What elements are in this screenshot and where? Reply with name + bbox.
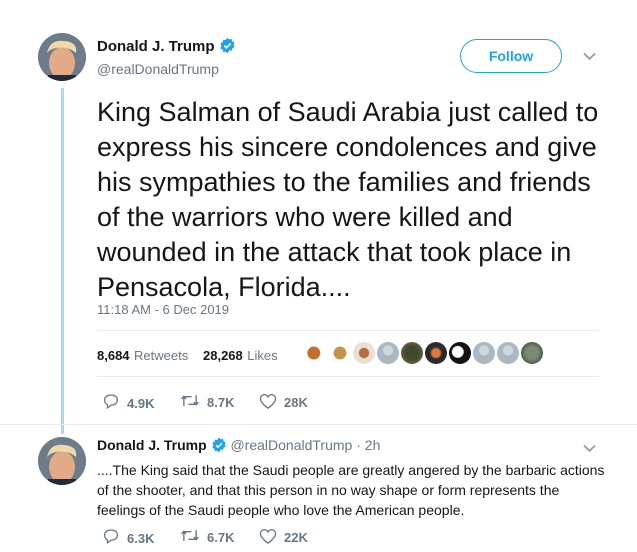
- verified-badge-icon: [219, 37, 236, 58]
- liker-avatar[interactable]: [497, 342, 519, 364]
- like-action[interactable]: 28K: [259, 393, 308, 412]
- reply-icon: [102, 528, 120, 548]
- liker-avatar[interactable]: [449, 342, 471, 364]
- retweet-stat[interactable]: 8,684 Retweets: [97, 347, 188, 365]
- verified-badge-icon: [211, 437, 227, 456]
- reply-action[interactable]: 4.9K: [102, 393, 154, 413]
- like-action[interactable]: 22K: [259, 528, 308, 547]
- likes-label: Likes: [247, 348, 278, 363]
- heart-icon: [259, 528, 277, 547]
- heart-icon: [259, 393, 277, 412]
- reply-separator: ·: [356, 437, 361, 453]
- reply-text: ....The King said that the Saudi people …: [97, 462, 605, 518]
- liker-avatar[interactable]: [521, 342, 543, 364]
- author-name[interactable]: Donald J. Trump: [97, 37, 236, 58]
- retweets-count: 8,684: [97, 348, 130, 363]
- like-stat[interactable]: 28,268 Likes: [203, 347, 278, 365]
- reply-time[interactable]: 2h: [365, 437, 381, 453]
- chevron-down-icon[interactable]: [583, 440, 596, 456]
- retweet-action[interactable]: 8.7K: [180, 393, 234, 411]
- reply-header: Donald J. Trump @realDonaldTrump · 2h: [97, 437, 380, 456]
- divider: [97, 376, 599, 377]
- tweet-text: King Salman of Saudi Arabia just called …: [97, 97, 599, 302]
- liker-avatar[interactable]: [353, 342, 375, 364]
- tweet-separator: [0, 424, 637, 425]
- reply-author-name[interactable]: Donald J. Trump: [97, 437, 207, 453]
- author-handle[interactable]: @realDonaldTrump: [97, 61, 219, 77]
- liker-avatars: [305, 342, 543, 364]
- avatar[interactable]: [38, 33, 86, 81]
- thread-connector-line: [61, 88, 64, 434]
- author-name-text[interactable]: Donald J. Trump: [97, 38, 215, 55]
- reply-icon: [102, 393, 120, 413]
- like-count: 28K: [284, 395, 308, 410]
- liker-avatar[interactable]: [401, 342, 423, 364]
- reply-author-handle[interactable]: @realDonaldTrump: [230, 437, 352, 453]
- retweet-icon: [180, 393, 200, 411]
- follow-button[interactable]: Follow: [460, 39, 562, 73]
- tweet-timestamp[interactable]: 11:18 AM - 6 Dec 2019: [97, 302, 229, 317]
- chevron-down-icon[interactable]: [583, 48, 596, 64]
- liker-avatar[interactable]: [329, 342, 351, 364]
- retweet-count: 8.7K: [207, 394, 235, 410]
- divider: [97, 330, 599, 331]
- retweet-action[interactable]: 6.7K: [180, 528, 234, 546]
- like-count: 22K: [284, 530, 308, 545]
- reply-count: 4.9K: [127, 395, 155, 411]
- retweet-icon: [180, 528, 200, 546]
- liker-avatar[interactable]: [425, 342, 447, 364]
- retweets-label: Retweets: [134, 348, 189, 363]
- likes-count: 28,268: [203, 348, 243, 363]
- reply-count: 6.3K: [127, 530, 155, 546]
- reply-avatar[interactable]: [38, 437, 86, 485]
- reply-action[interactable]: 6.3K: [102, 528, 154, 548]
- retweet-count: 6.7K: [207, 529, 235, 545]
- liker-avatar[interactable]: [473, 342, 495, 364]
- liker-avatar[interactable]: [305, 342, 327, 364]
- liker-avatar[interactable]: [377, 342, 399, 364]
